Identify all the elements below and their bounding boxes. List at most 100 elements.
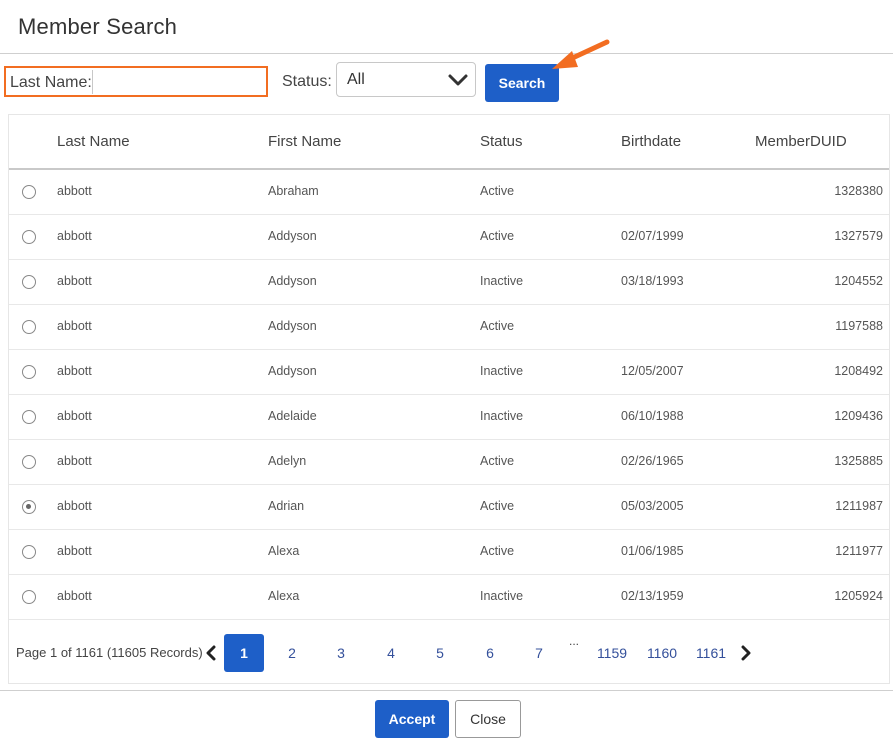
row-select-radio[interactable] — [22, 365, 36, 379]
chevron-left-icon[interactable] — [205, 645, 217, 666]
status-select[interactable]: All — [336, 62, 476, 97]
cell-first-name: Adelaide — [268, 409, 317, 423]
table-row[interactable]: abbott Alexa Inactive 02/13/1959 1205924 — [9, 574, 889, 620]
table-row[interactable]: abbott Adelaide Inactive 06/10/1988 1209436 — [9, 394, 889, 440]
chevron-right-icon[interactable] — [740, 645, 752, 666]
cell-status: Inactive — [480, 589, 524, 603]
page-link[interactable]: 2 — [272, 634, 312, 672]
table-row[interactable]: abbott Addyson Inactive 12/05/2007 1208492 — [9, 349, 889, 395]
cell-first-name: Adrian — [268, 499, 305, 513]
row-select-radio[interactable] — [22, 230, 36, 244]
cell-status: Active — [480, 229, 515, 243]
dialog-title: Member Search — [18, 14, 178, 39]
header-first-name[interactable]: First Name — [268, 133, 341, 150]
cell-status: Inactive — [480, 364, 524, 378]
page-link[interactable]: 3 — [321, 634, 361, 672]
status-label: Status: — [282, 73, 332, 90]
cell-last-name: abbott — [57, 229, 92, 243]
table-row[interactable]: abbott Addyson Active 1197588 — [9, 304, 889, 350]
cell-last-name: abbott — [57, 499, 92, 513]
table-row[interactable]: abbott Abraham Active 1328380 — [9, 169, 889, 215]
page-link[interactable]: 6 — [470, 634, 510, 672]
cell-first-name: Addyson — [268, 229, 317, 243]
last-name-filter: Last Name: — [4, 66, 268, 97]
row-select-radio[interactable] — [22, 320, 36, 334]
table-row[interactable]: abbott Adrian Active 05/03/2005 1211987 — [9, 484, 889, 530]
cell-last-name: abbott — [57, 589, 92, 603]
cell-birthdate: 06/10/1988 — [621, 409, 684, 423]
row-select-radio[interactable] — [22, 545, 36, 559]
cell-member-duid: 1325885 — [834, 454, 883, 468]
cell-status: Inactive — [480, 409, 524, 423]
chevron-down-icon — [447, 71, 469, 94]
cell-last-name: abbott — [57, 454, 92, 468]
cell-birthdate: 03/18/1993 — [621, 274, 684, 288]
page-link[interactable]: 1160 — [642, 634, 682, 672]
cell-first-name: Addyson — [268, 274, 317, 288]
title-divider — [0, 53, 893, 54]
table-row[interactable]: abbott Adelyn Active 02/26/1965 1325885 — [9, 439, 889, 485]
cell-member-duid: 1211987 — [835, 499, 883, 513]
cell-member-duid: 1328380 — [834, 184, 883, 198]
cell-birthdate: 02/07/1999 — [621, 229, 684, 243]
footer-divider — [0, 690, 893, 691]
row-select-radio[interactable] — [22, 185, 36, 199]
cell-last-name: abbott — [57, 319, 92, 333]
header-status[interactable]: Status — [480, 133, 523, 150]
cell-status: Active — [480, 454, 515, 468]
cell-first-name: Abraham — [268, 184, 319, 198]
cell-member-duid: 1211977 — [835, 544, 883, 558]
cell-last-name: abbott — [57, 544, 92, 558]
close-button[interactable]: Close — [455, 700, 521, 738]
cell-status: Active — [480, 544, 515, 558]
last-name-input[interactable] — [92, 70, 262, 94]
cell-last-name: abbott — [57, 184, 92, 198]
member-grid: Last Name First Name Status Birthdate Me… — [8, 114, 890, 684]
cell-status: Active — [480, 319, 515, 333]
cell-first-name: Alexa — [268, 544, 300, 558]
cell-first-name: Adelyn — [268, 454, 307, 468]
table-row[interactable]: abbott Addyson Active 02/07/1999 1327579 — [9, 214, 889, 260]
last-name-label: Last Name: — [10, 74, 92, 91]
cell-birthdate: 05/03/2005 — [621, 499, 684, 513]
pager-ellipsis: ... — [569, 634, 580, 648]
cell-member-duid: 1205924 — [834, 589, 883, 603]
cell-last-name: abbott — [57, 409, 92, 423]
cell-birthdate: 02/13/1959 — [621, 589, 684, 603]
cell-last-name: abbott — [57, 274, 92, 288]
row-select-radio[interactable] — [22, 590, 36, 604]
grid-header: Last Name First Name Status Birthdate Me… — [9, 115, 889, 170]
header-member-duid[interactable]: MemberDUID — [755, 133, 847, 150]
cell-status: Active — [480, 184, 515, 198]
page-link[interactable]: 4 — [371, 634, 411, 672]
page-link[interactable]: 1161 — [691, 634, 731, 672]
cell-first-name: Addyson — [268, 319, 317, 333]
table-row[interactable]: abbott Alexa Active 01/06/1985 1211977 — [9, 529, 889, 575]
cell-member-duid: 1197588 — [835, 319, 883, 333]
pager: Page 1 of 1161 (11605 Records) 1 2 3 4 5 6 7 11… — [9, 620, 889, 680]
cell-birthdate: 12/05/2007 — [621, 364, 684, 378]
row-select-radio[interactable] — [22, 275, 36, 289]
row-select-radio[interactable] — [22, 410, 36, 424]
row-select-radio[interactable] — [22, 500, 36, 514]
status-selected-value: All — [347, 71, 365, 88]
header-last-name[interactable]: Last Name — [57, 133, 130, 150]
cell-member-duid: 1327579 — [834, 229, 883, 243]
page-link[interactable]: 1 — [224, 634, 264, 672]
cell-first-name: Alexa — [268, 589, 300, 603]
cell-member-duid: 1208492 — [834, 364, 883, 378]
row-select-radio[interactable] — [22, 455, 36, 469]
table-row[interactable]: abbott Addyson Inactive 03/18/1993 1204552 — [9, 259, 889, 305]
accept-button[interactable]: Accept — [375, 700, 449, 738]
search-button[interactable]: Search — [485, 64, 559, 102]
cell-status: Active — [480, 499, 515, 513]
page-link[interactable]: 7 — [519, 634, 559, 672]
cell-status: Inactive — [480, 274, 524, 288]
cell-member-duid: 1209436 — [834, 409, 883, 423]
pager-info: Page 1 of 1161 (11605 Records) — [16, 645, 203, 660]
header-birthdate[interactable]: Birthdate — [621, 133, 681, 150]
page-link[interactable]: 1159 — [592, 634, 632, 672]
page-link[interactable]: 5 — [420, 634, 460, 672]
cell-last-name: abbott — [57, 364, 92, 378]
cell-birthdate: 02/26/1965 — [621, 454, 684, 468]
